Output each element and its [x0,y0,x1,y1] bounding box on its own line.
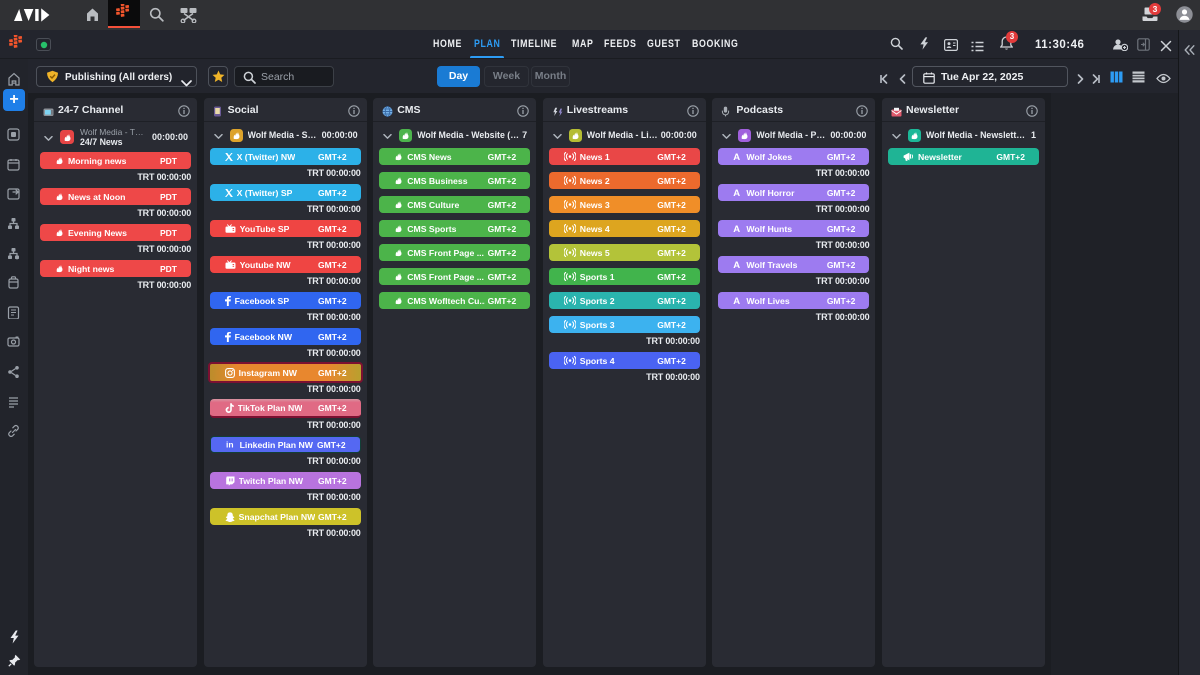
svg-text:A: A [734,224,741,233]
svg-text:A: A [734,188,741,197]
svg-text:A: A [734,260,741,269]
svg-text:A: A [734,152,741,161]
svg-text:A: A [734,296,741,305]
svg-text:in: in [226,440,234,449]
